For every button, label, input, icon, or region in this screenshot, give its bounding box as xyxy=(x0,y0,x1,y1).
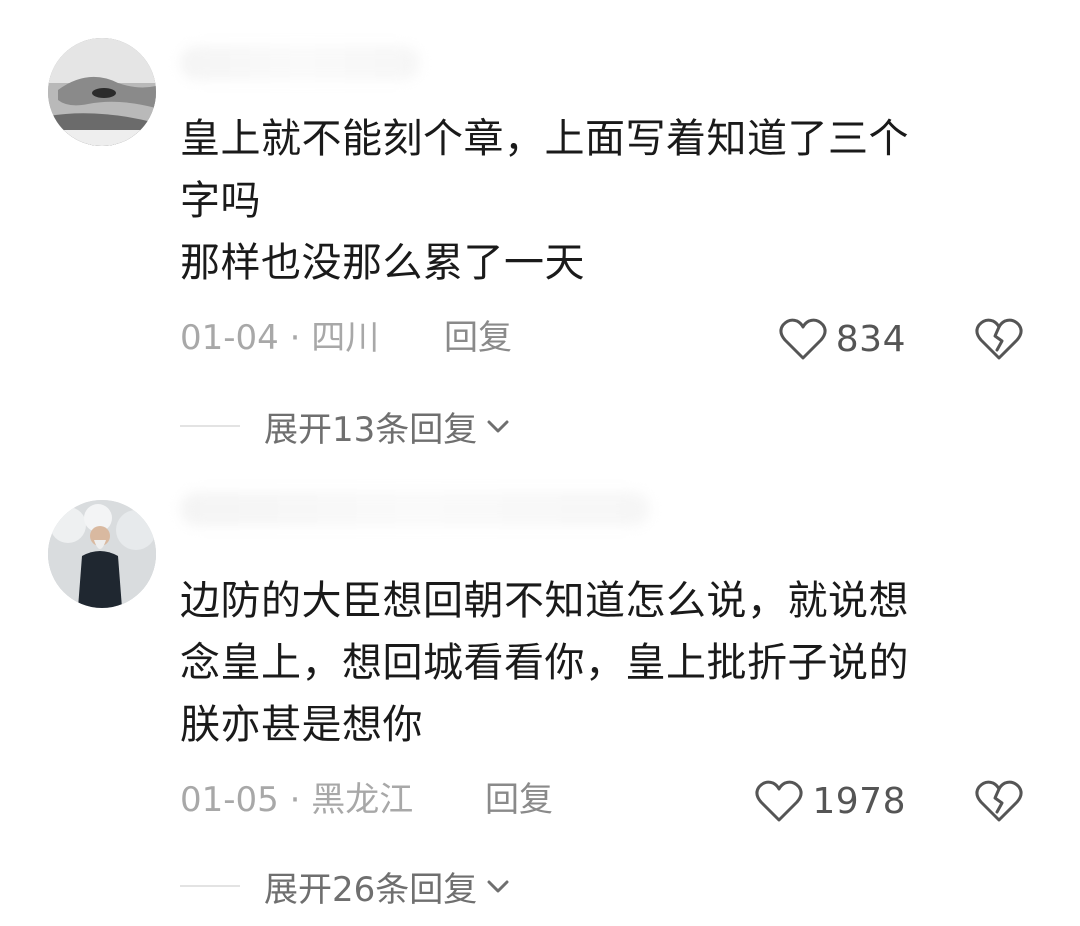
broken-heart-icon xyxy=(975,318,1023,360)
expand-replies-button[interactable]: 展开13条回复 xyxy=(264,402,513,451)
heart-icon xyxy=(755,780,803,822)
avatar[interactable] xyxy=(48,38,156,146)
username-redacted xyxy=(180,492,650,526)
comment-text: 皇上就不能刻个章，上面写着知道了三个 字吗 那样也没那么累了一天 xyxy=(180,108,1010,294)
reply-button[interactable]: 回复 xyxy=(485,780,553,820)
expand-replies-label: 展开13条回复 xyxy=(264,409,478,450)
comment-text-line: 念皇上，想回城看看你，皇上批折子说的 xyxy=(180,640,909,686)
comment-meta: 01-04 · 四川 回复 xyxy=(180,318,512,358)
expand-replies-button[interactable]: 展开26条回复 xyxy=(264,862,513,911)
like-count: 1978 xyxy=(812,780,906,822)
divider xyxy=(180,885,240,887)
comment-text-line: 边防的大臣想回朝不知道怎么说，就说想 xyxy=(180,578,909,624)
comment-text-line: 字吗 xyxy=(180,178,261,224)
avatar-photo xyxy=(48,500,156,608)
comment-feed: 皇上就不能刻个章，上面写着知道了三个 字吗 那样也没那么累了一天 01-04 ·… xyxy=(0,0,1080,926)
comment-date: 01-04 xyxy=(180,318,279,358)
username-redacted xyxy=(180,46,420,80)
comment-text-line: 朕亦甚是想你 xyxy=(180,702,423,748)
comment-text-line: 那样也没那么累了一天 xyxy=(180,240,585,286)
comment-meta: 01-05 · 黑龙江 回复 xyxy=(180,780,553,820)
comment-text: 边防的大臣想回朝不知道怎么说，就说想 念皇上，想回城看看你，皇上批折子说的 朕亦… xyxy=(180,570,1010,756)
chevron-down-icon xyxy=(487,420,509,433)
heart-icon xyxy=(779,318,827,360)
dislike-button[interactable] xyxy=(974,776,1024,826)
avatar-photo xyxy=(48,38,156,146)
comment-text-line: 皇上就不能刻个章，上面写着知道了三个 xyxy=(180,116,909,162)
comment-date: 01-05 xyxy=(180,780,279,820)
chevron-down-icon xyxy=(487,880,509,893)
divider xyxy=(180,425,240,427)
avatar[interactable] xyxy=(48,500,156,608)
expand-replies-row: 展开26条回复 xyxy=(180,862,513,911)
dislike-button[interactable] xyxy=(974,314,1024,364)
expand-replies-label: 展开26条回复 xyxy=(264,869,478,910)
meta-separator: · xyxy=(289,780,301,820)
comment-location: 黑龙江 xyxy=(311,780,414,820)
meta-separator: · xyxy=(289,318,301,358)
reply-button[interactable]: 回复 xyxy=(444,318,512,358)
like-button[interactable]: 834 xyxy=(778,314,906,364)
like-button[interactable]: 1978 xyxy=(754,776,906,826)
expand-replies-row: 展开13条回复 xyxy=(180,402,513,451)
broken-heart-icon xyxy=(975,780,1023,822)
like-count: 834 xyxy=(835,318,906,360)
comment-location: 四川 xyxy=(311,318,380,358)
